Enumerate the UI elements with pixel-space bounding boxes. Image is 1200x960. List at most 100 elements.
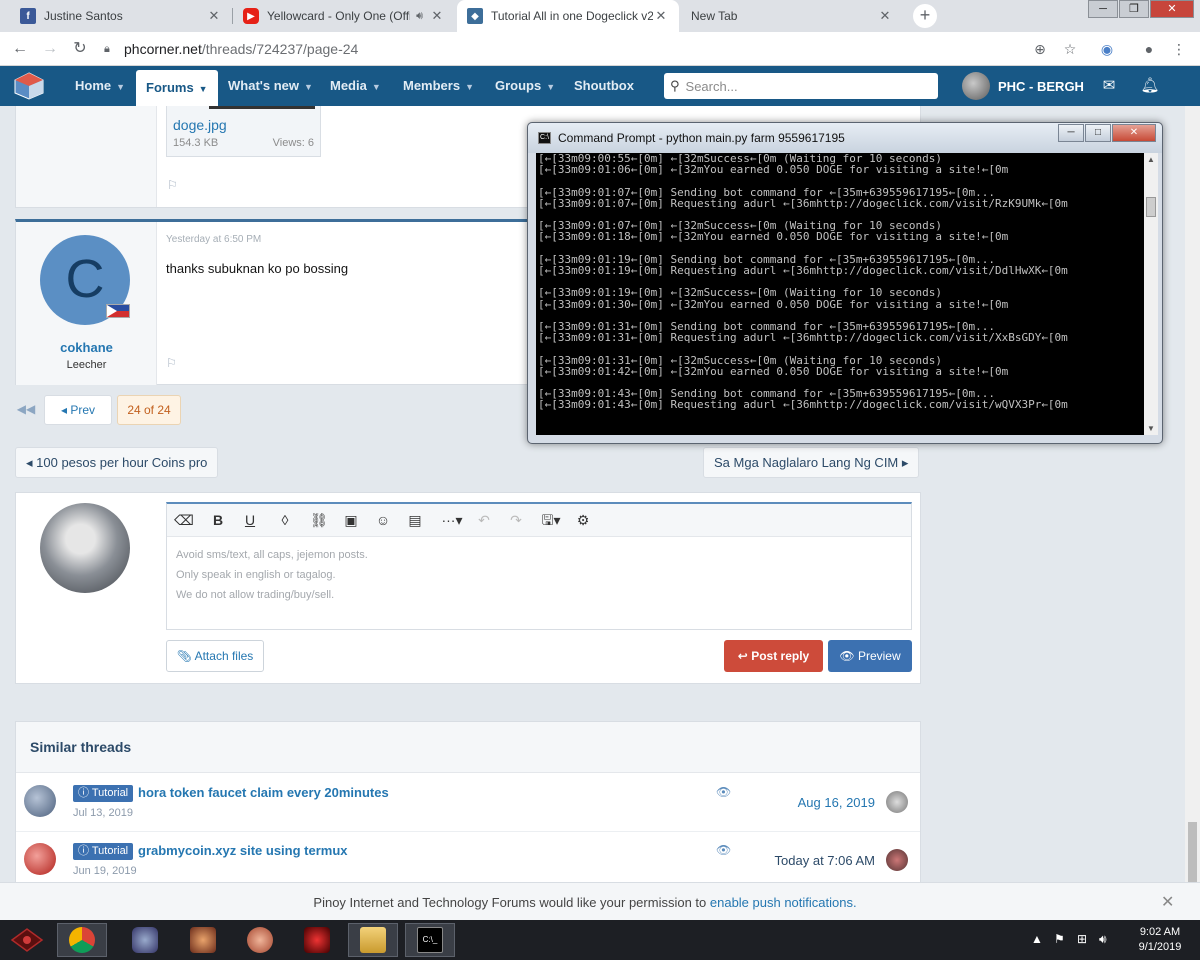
close-icon[interactable]: ✕ [1161, 892, 1174, 912]
report-flag-icon[interactable]: ⚐ [167, 178, 178, 192]
close-window-icon[interactable]: ✕ [1150, 0, 1194, 18]
gif-icon[interactable]: ▤ [404, 510, 426, 530]
reload-icon[interactable]: ↻ [70, 39, 90, 59]
audio-playing-icon[interactable]: 🔊︎ [416, 10, 423, 23]
enable-push-link[interactable]: enable push notifications. [710, 895, 857, 910]
minimize-icon[interactable]: ─ [1058, 124, 1084, 142]
redo-icon[interactable]: ↷ [505, 510, 527, 530]
cmd-title-bar[interactable]: C:\ Command Prompt - python main.py farm… [528, 123, 1162, 153]
explorer-taskbar-icon[interactable] [348, 923, 398, 957]
avatar[interactable] [886, 849, 908, 871]
chrome-taskbar-icon[interactable] [57, 923, 107, 957]
post-username[interactable]: cokhane [16, 340, 157, 355]
similar-thread-row[interactable]: ⓘ Tutorial grabmycoin.xyz site using ter… [16, 832, 920, 882]
next-thread-link[interactable]: Sa Mga Naglalaro Lang Ng CIM ▸ [703, 447, 920, 478]
undo-icon[interactable]: ↶ [473, 510, 495, 530]
similar-thread-title[interactable]: hora token faucet claim every 20minutes [138, 785, 389, 800]
cmd-scrollbar[interactable]: ▲ ▼ [1144, 153, 1158, 435]
lock-icon: 🔒︎ [104, 43, 110, 55]
close-tab-icon[interactable]: ✕ [429, 8, 445, 24]
menu-dots-icon[interactable]: ⋮ [1168, 38, 1190, 60]
volume-icon[interactable]: 🔊︎ [1099, 932, 1107, 947]
post-reply-button[interactable]: ↩ Post reply [724, 640, 823, 672]
tutorial-tag: ⓘ Tutorial [73, 843, 134, 860]
tray-arrow-icon[interactable]: ▲ [1031, 932, 1043, 946]
prev-page-button[interactable]: ◂ Prev [44, 395, 112, 425]
new-tab-button[interactable]: + [913, 4, 937, 28]
smiley-icon[interactable]: ☺ [372, 510, 394, 530]
bookmark-star-icon[interactable]: ☆ [1059, 38, 1081, 60]
close-tab-icon[interactable]: ✕ [206, 8, 222, 24]
similar-thread-row[interactable]: ⓘ Tutorial hora token faucet claim every… [16, 774, 920, 832]
current-page-indicator[interactable]: 24 of 24 [117, 395, 181, 425]
profile-icon[interactable]: ● [1138, 38, 1160, 60]
nav-shoutbox[interactable]: Shoutbox [574, 66, 634, 106]
forward-icon[interactable]: → [40, 39, 60, 59]
first-page-icon[interactable]: ◀◀ [15, 395, 37, 425]
post-timestamp[interactable]: Yesterday at 6:50 PM [166, 234, 261, 245]
close-tab-icon[interactable]: ✕ [653, 8, 669, 24]
url-input[interactable]: 🔒︎ phcorner.net/threads/724237/page-24 [100, 36, 1090, 62]
add-icon[interactable]: ⊕ [1029, 38, 1051, 60]
minimize-icon[interactable]: ─ [1088, 0, 1118, 18]
nav-whats-new[interactable]: What's new ▼ [228, 66, 313, 106]
preview-button[interactable]: 👁︎ Preview [828, 640, 912, 672]
rog-taskbar-icon[interactable] [292, 923, 342, 957]
action-flag-icon[interactable]: ⚑ [1054, 932, 1065, 946]
taskbar-clock[interactable]: 9:02 AM 9/1/2019 [1128, 925, 1192, 955]
bold-icon[interactable]: B [207, 510, 229, 530]
last-post-date[interactable]: Today at 7:06 AM [775, 853, 875, 868]
attach-files-button[interactable]: 📎︎ Attach files [166, 640, 264, 672]
game2-taskbar-icon[interactable] [235, 923, 285, 957]
last-post-date[interactable]: Aug 16, 2019 [798, 795, 875, 810]
cmd-output-line: [←[33m09:01:43←[0m] Requesting adurl ←[3… [538, 398, 1068, 412]
report-flag-icon[interactable]: ⚐ [166, 356, 177, 370]
more-options-icon[interactable]: ···▾ [437, 510, 467, 530]
eraser-icon[interactable]: ⌫ [173, 510, 195, 530]
maximize-icon[interactable]: □ [1085, 124, 1111, 142]
avatar[interactable] [24, 785, 56, 817]
avatar[interactable] [24, 843, 56, 875]
browser-tab-youtube[interactable]: ▶ Yellowcard - Only One (Offic 🔊︎ ✕ [233, 0, 455, 32]
save-draft-icon[interactable]: 🖫︎▾ [537, 510, 565, 530]
similar-threads: Similar threads ⓘ Tutorial hora token fa… [15, 721, 921, 882]
cmd-output[interactable]: [←[33m09:00:55←[0m] ←[32mSuccess←[0m (Wa… [536, 153, 1144, 435]
search-input[interactable]: ⚲ Search... [664, 73, 938, 99]
close-window-icon[interactable]: ✕ [1112, 124, 1156, 142]
forum-logo-icon[interactable] [14, 72, 44, 100]
start-button[interactable] [2, 923, 52, 957]
user-menu[interactable]: PHC - BERGH [962, 72, 1084, 100]
nav-groups[interactable]: Groups ▼ [495, 66, 555, 106]
browser-tab-active[interactable]: ◆ Tutorial All in one Dogeclick v2.3 ✕ [457, 0, 679, 32]
link-icon[interactable]: ⛓ [308, 510, 330, 530]
nav-forums[interactable]: Forums ▼ [136, 70, 218, 106]
nav-media[interactable]: Media ▼ [330, 66, 381, 106]
philippines-flag-icon [106, 304, 130, 318]
attachment-thumbnail[interactable] [209, 106, 315, 109]
reply-editor[interactable]: ⌫ B U ◊ ⛓ ▣ ☺ ▤ ···▾ ↶ ↷ 🖫︎▾ ⚙ Avoid sms… [166, 502, 912, 630]
browser-tab-facebook[interactable]: f Justine Santos ✕ [10, 0, 232, 32]
image-icon[interactable]: ▣ [340, 510, 362, 530]
browser-tab-newtab[interactable]: New Tab ✕ [681, 0, 903, 32]
nav-members[interactable]: Members ▼ [403, 66, 474, 106]
nav-home[interactable]: Home ▼ [75, 66, 125, 106]
back-icon[interactable]: ← [10, 39, 30, 59]
game-taskbar-icon[interactable] [178, 923, 228, 957]
tutorial-tag: ⓘ Tutorial [73, 785, 134, 802]
avatar[interactable] [886, 791, 908, 813]
envelope-icon[interactable]: ✉ [1099, 76, 1119, 96]
maximize-icon[interactable]: ❐ [1119, 0, 1149, 18]
prev-thread-link[interactable]: ◂ 100 pesos per hour Coins pro [15, 447, 219, 478]
underline-icon[interactable]: U [239, 510, 261, 530]
extension-icon[interactable]: ◉ [1096, 38, 1118, 60]
cmd-taskbar-icon[interactable]: C:\_ [405, 923, 455, 957]
similar-thread-title[interactable]: grabmycoin.xyz site using termux [138, 843, 348, 858]
app-taskbar-icon[interactable] [120, 923, 170, 957]
network-icon[interactable]: ⊞ [1077, 932, 1087, 946]
bell-icon[interactable]: 🔔︎ [1140, 76, 1160, 96]
attachment-card[interactable]: doge.jpg 154.3 KB Views: 6 [166, 106, 321, 157]
page-scrollbar[interactable] [1185, 106, 1200, 882]
gear-icon[interactable]: ⚙ [572, 510, 594, 530]
close-tab-icon[interactable]: ✕ [877, 8, 893, 24]
color-drop-icon[interactable]: ◊ [274, 510, 296, 530]
